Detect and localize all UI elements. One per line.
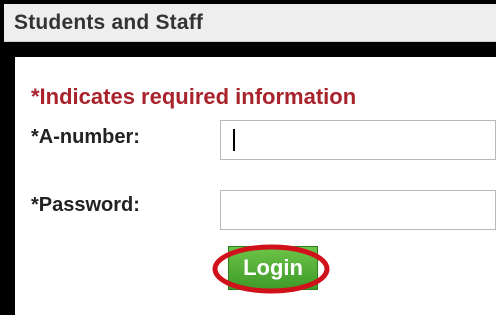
login-panel: *Indicates required information *A-numbe… (15, 57, 496, 315)
section-title: Students and Staff (14, 11, 204, 34)
anumber-label: *A-number: (31, 126, 140, 148)
login-button[interactable]: Login (228, 246, 318, 290)
section-header: Students and Staff (4, 4, 496, 42)
required-info-note: *Indicates required information (31, 84, 357, 109)
password-label: *Password: (31, 194, 140, 216)
text-cursor (233, 129, 235, 151)
screenshot-frame: Students and Staff *Indicates required i… (0, 0, 496, 315)
anumber-input[interactable] (220, 120, 496, 160)
password-input[interactable] (220, 190, 496, 230)
login-button-area: Login (211, 242, 331, 298)
